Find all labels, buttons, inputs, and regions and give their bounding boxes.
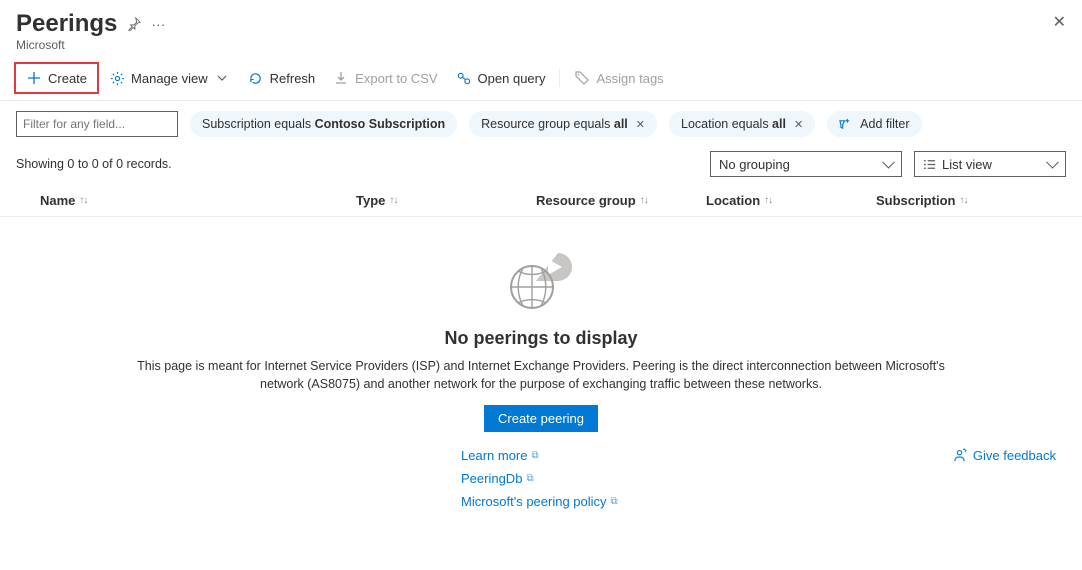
view-select[interactable]: List view xyxy=(914,151,1066,177)
tag-icon xyxy=(574,70,590,86)
filter-pill-subscription[interactable]: Subscription equals Contoso Subscription xyxy=(190,111,457,137)
sort-icon: ↑↓ xyxy=(764,195,772,206)
filter-pill-rg[interactable]: Resource group equals all ✕ xyxy=(469,111,657,137)
grouping-select[interactable]: No grouping xyxy=(710,151,902,177)
sort-icon: ↑↓ xyxy=(959,195,967,206)
gear-icon xyxy=(109,70,125,86)
col-type[interactable]: Type↑↓ xyxy=(356,193,536,208)
close-button[interactable]: ✕ xyxy=(1053,12,1066,32)
learn-more-link[interactable]: Learn more⧉ xyxy=(461,448,539,463)
summary-row: Showing 0 to 0 of 0 records. No grouping… xyxy=(0,137,1082,185)
refresh-button[interactable]: Refresh xyxy=(240,66,324,90)
more-icon[interactable]: ··· xyxy=(151,16,165,32)
pin-icon[interactable] xyxy=(127,17,141,31)
create-label: Create xyxy=(48,71,87,86)
page-title: Peerings xyxy=(16,10,117,38)
manage-view-button[interactable]: Manage view xyxy=(101,66,238,90)
refresh-label: Refresh xyxy=(270,71,316,86)
plus-icon xyxy=(26,70,42,86)
sort-icon: ↑↓ xyxy=(640,195,648,206)
create-button[interactable]: Create xyxy=(18,66,95,90)
filter-pill-location[interactable]: Location equals all ✕ xyxy=(669,111,815,137)
filter-pill-rg-remove[interactable]: ✕ xyxy=(636,118,645,131)
add-filter-button[interactable]: Add filter xyxy=(827,111,921,137)
peeringdb-link[interactable]: PeeringDb⧉ xyxy=(461,471,534,486)
filter-pill-location-remove[interactable]: ✕ xyxy=(794,118,803,131)
col-subscription[interactable]: Subscription↑↓ xyxy=(876,193,1066,208)
command-bar: Create Manage view Refresh Export to CSV… xyxy=(0,56,1082,101)
toolbar-divider xyxy=(559,69,560,87)
pill-rg-label: Resource group equals xyxy=(481,117,614,131)
col-rg[interactable]: Resource group↑↓ xyxy=(536,193,706,208)
pill-rg-value: all xyxy=(614,117,628,131)
help-links: Learn more⧉ PeeringDb⧉ Microsoft's peeri… xyxy=(231,448,851,509)
sort-icon: ↑↓ xyxy=(389,195,397,206)
chevron-down-icon xyxy=(214,70,230,86)
pill-sub-label: Subscription equals xyxy=(202,117,315,131)
col-name[interactable]: Name↑↓ xyxy=(16,193,356,208)
external-icon: ⧉ xyxy=(611,496,618,507)
open-query-button[interactable]: Open query xyxy=(448,66,554,90)
sort-icon: ↑↓ xyxy=(79,195,87,206)
grouping-value: No grouping xyxy=(719,157,790,172)
external-icon: ⧉ xyxy=(526,473,533,484)
assign-tags-label: Assign tags xyxy=(596,71,663,86)
download-icon xyxy=(333,70,349,86)
create-peering-button[interactable]: Create peering xyxy=(484,405,598,432)
pill-loc-value: all xyxy=(772,117,786,131)
empty-description: This page is meant for Internet Service … xyxy=(131,357,951,393)
pill-sub-value: Contoso Subscription xyxy=(315,117,446,131)
manage-view-label: Manage view xyxy=(131,71,208,86)
refresh-icon xyxy=(248,70,264,86)
assign-tags-button: Assign tags xyxy=(566,66,671,90)
table-header: Name↑↓ Type↑↓ Resource group↑↓ Location↑… xyxy=(0,185,1082,217)
text-filter-input[interactable] xyxy=(16,111,178,137)
filters-row: Subscription equals Contoso Subscription… xyxy=(0,101,1082,137)
feedback-icon xyxy=(952,448,967,463)
query-icon xyxy=(456,70,472,86)
feedback-label: Give feedback xyxy=(973,448,1056,463)
blade-header: Peerings ··· Microsoft ✕ xyxy=(0,0,1082,56)
view-value: List view xyxy=(942,157,992,172)
subtitle: Microsoft xyxy=(16,38,1066,52)
peering-policy-link[interactable]: Microsoft's peering policy⧉ xyxy=(461,494,618,509)
export-csv-label: Export to CSV xyxy=(355,71,437,86)
empty-title: No peerings to display xyxy=(0,328,1082,349)
create-highlight: Create xyxy=(14,62,99,94)
external-icon: ⧉ xyxy=(531,450,538,461)
list-icon xyxy=(923,158,936,171)
export-csv-button: Export to CSV xyxy=(325,66,445,90)
empty-illustration xyxy=(496,235,586,315)
give-feedback-link[interactable]: Give feedback xyxy=(952,448,1056,463)
open-query-label: Open query xyxy=(478,71,546,86)
col-location[interactable]: Location↑↓ xyxy=(706,193,876,208)
empty-state: No peerings to display This page is mean… xyxy=(0,217,1082,509)
add-filter-icon xyxy=(839,118,852,131)
add-filter-label: Add filter xyxy=(860,117,909,131)
pill-loc-label: Location equals xyxy=(681,117,772,131)
record-count: Showing 0 to 0 of 0 records. xyxy=(16,157,172,171)
